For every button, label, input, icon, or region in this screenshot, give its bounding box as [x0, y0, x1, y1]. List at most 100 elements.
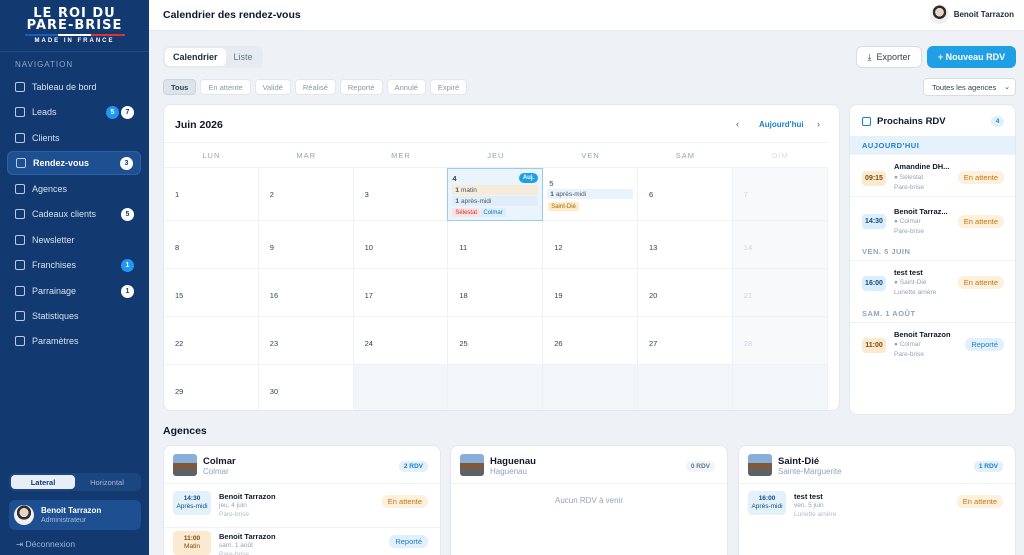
- calendar-day[interactable]: 14: [732, 221, 828, 269]
- calendar-day[interactable]: 19: [543, 269, 638, 317]
- rdv-time: 11:00: [862, 338, 886, 353]
- calendar-day[interactable]: 12: [543, 221, 638, 269]
- sidebar-item-cadeaux[interactable]: Cadeaux clients 5: [7, 203, 141, 225]
- filter-reporte[interactable]: Reporté: [339, 79, 383, 95]
- agency-photo: [173, 454, 197, 476]
- sidebar-item-agences[interactable]: Agences: [7, 178, 141, 200]
- calendar-day[interactable]: 29: [164, 365, 259, 410]
- calendar-day[interactable]: 8: [164, 221, 259, 269]
- prev-month-button[interactable]: ‹: [736, 119, 739, 129]
- day-number: 28: [743, 339, 753, 348]
- export-button[interactable]: ⤓ Exporter: [856, 46, 922, 68]
- calendar-day[interactable]: 3: [353, 168, 449, 221]
- logout-link[interactable]: ⇥ Déconnexion: [16, 539, 75, 550]
- day-number: 16: [269, 291, 279, 300]
- calendar-day[interactable]: 18: [448, 269, 544, 317]
- agences-title: Agences: [163, 425, 207, 437]
- filter-tous[interactable]: Tous: [163, 79, 197, 95]
- sidebar-item-parametres[interactable]: Paramètres: [7, 330, 141, 352]
- calendar-day[interactable]: 5 1 après-midi Saint-Dié: [543, 168, 638, 221]
- calendar-day[interactable]: 16: [258, 269, 354, 317]
- sidebar-item-statistiques[interactable]: Statistiques: [7, 305, 141, 327]
- calendar-day[interactable]: 11: [448, 221, 544, 269]
- calendar-day[interactable]: 26: [543, 317, 638, 365]
- export-label: Exporter: [876, 52, 911, 62]
- filter-realise[interactable]: Réalisé: [294, 79, 336, 95]
- rdv-location: ● Colmar: [894, 341, 921, 348]
- rdv-item[interactable]: 11:00 Benoit Tarrazon ● Colmar Pare-bris…: [850, 322, 1015, 367]
- agency-rdv-row[interactable]: 16:00 Après-midi test test ven. 5 juin Lu…: [739, 488, 1015, 521]
- day-number: 17: [364, 291, 373, 300]
- brand-stripe: [24, 33, 125, 36]
- layout-horizontal-button[interactable]: Horizontal: [75, 475, 139, 489]
- calendar-day[interactable]: 24: [353, 317, 449, 365]
- franchises-badge: 1: [121, 258, 134, 272]
- agency-rdv-row[interactable]: 14:30 Après-midi Benoit Tarrazon jeu. 4 j…: [164, 488, 440, 521]
- sidebar-item-rendez-vous[interactable]: Rendez-vous 3: [7, 151, 141, 175]
- calendar-day[interactable]: 2: [258, 168, 354, 221]
- layout-lateral-button[interactable]: Lateral: [11, 475, 75, 489]
- agency-select[interactable]: Toutes les agences ⌄: [923, 78, 1016, 96]
- tab-calendrier[interactable]: Calendrier: [165, 48, 226, 66]
- sidebar-item-parrainage[interactable]: Parrainage 1: [7, 280, 141, 302]
- rdv-item[interactable]: 16:00 test test ● Saint-Dié Lunette arri…: [850, 260, 1015, 305]
- calendar-day[interactable]: 17: [353, 269, 449, 317]
- day-number: 9: [269, 243, 274, 252]
- calendar-day[interactable]: 25: [448, 317, 544, 365]
- calendar-day[interactable]: 30: [259, 365, 354, 410]
- filter-expire[interactable]: Expiré: [429, 79, 468, 95]
- calendar-event[interactable]: 1 après-midi: [452, 196, 539, 206]
- sidebar-item-dashboard[interactable]: Tableau de bord: [7, 76, 141, 98]
- divider: [739, 483, 1015, 484]
- calendar-day[interactable]: 4 Auj. 1 matin 1 après-midi Sélestat Colmar: [447, 168, 544, 221]
- calendar-day[interactable]: 22: [164, 317, 259, 365]
- calendar-day[interactable]: 28: [732, 317, 828, 365]
- calendar: Juin 2026 ‹ Aujourd'hui › LUN MAR MER JEU VE…: [163, 104, 840, 411]
- next-month-button[interactable]: ›: [817, 119, 820, 129]
- agency-card-colmar[interactable]: Colmar Colmar 2 RDV 14:30 Après-midi Beno…: [163, 445, 441, 555]
- filter-en-attente[interactable]: En attente: [200, 79, 251, 95]
- header-user[interactable]: Benoit Tarrazon: [929, 5, 1014, 24]
- calendar-day[interactable]: 10: [353, 221, 449, 269]
- calendar-day[interactable]: 27: [638, 317, 733, 365]
- today-button[interactable]: Aujourd'hui: [759, 120, 804, 129]
- agency-card-haguenau[interactable]: Haguenau Haguenau 0 RDV Aucun RDV à veni…: [450, 445, 728, 555]
- calendar-day[interactable]: 9: [258, 221, 354, 269]
- status-badge: En attente: [381, 495, 428, 508]
- agency-rdv-row[interactable]: 11:00 Matin Benoit Tarrazon sam. 1 août P…: [164, 527, 440, 555]
- calendar-day[interactable]: 1: [164, 168, 259, 221]
- calendar-event[interactable]: 1 matin: [452, 185, 539, 195]
- tab-liste[interactable]: Liste: [226, 48, 261, 66]
- filter-annule[interactable]: Annulé: [386, 79, 426, 95]
- rdv-item[interactable]: 14:30 Benoit Tarraz... ● Colmar Pare-bri…: [850, 196, 1015, 246]
- calendar-day[interactable]: 15: [164, 269, 259, 317]
- weekday-header: JEU: [448, 142, 544, 168]
- sidebar-item-leads[interactable]: Leads 5 7: [7, 101, 141, 123]
- sidebar-item-label: Leads: [32, 107, 57, 117]
- gift-icon: [15, 209, 25, 219]
- calendar-day[interactable]: 20: [638, 269, 733, 317]
- sidebar-item-clients[interactable]: Clients: [7, 127, 141, 149]
- new-rdv-button[interactable]: + Nouveau RDV: [927, 46, 1016, 68]
- calendar-day[interactable]: 7: [732, 168, 828, 221]
- nav-section-label: NAVIGATION: [15, 60, 74, 69]
- filter-valide[interactable]: Validé: [254, 79, 291, 95]
- franchise-icon: [15, 260, 25, 270]
- sidebar-item-franchises[interactable]: Franchises 1: [7, 254, 141, 276]
- sidebar-item-newsletter[interactable]: Newsletter: [7, 229, 141, 251]
- brand-logo[interactable]: LE ROI DU PARE-BRISE MADE IN FRANCE: [0, 0, 149, 52]
- day-number: 22: [175, 339, 184, 348]
- calendar-day[interactable]: 23: [258, 317, 354, 365]
- user-name: Benoit Tarrazon: [41, 506, 102, 515]
- agency-card-saint-die[interactable]: Saint-Dié Sainte-Marguerite 1 RDV 16:00 A…: [738, 445, 1016, 555]
- user-card[interactable]: Benoit Tarrazon Administrateur: [9, 500, 141, 530]
- top-bar: Calendrier des rendez-vous Benoit Tarraz…: [149, 0, 1024, 31]
- calendar-day[interactable]: 21: [732, 269, 828, 317]
- sidebar-item-label: Franchises: [32, 260, 77, 270]
- calendar-day[interactable]: 13: [638, 221, 733, 269]
- calendar-day[interactable]: 6: [638, 168, 733, 221]
- weekday-header: SAM: [638, 142, 733, 168]
- group-label: SAM. 1 AOÛT: [850, 304, 1015, 322]
- calendar-event[interactable]: 1 après-midi: [547, 189, 633, 199]
- parrainage-badge: 1: [121, 284, 134, 298]
